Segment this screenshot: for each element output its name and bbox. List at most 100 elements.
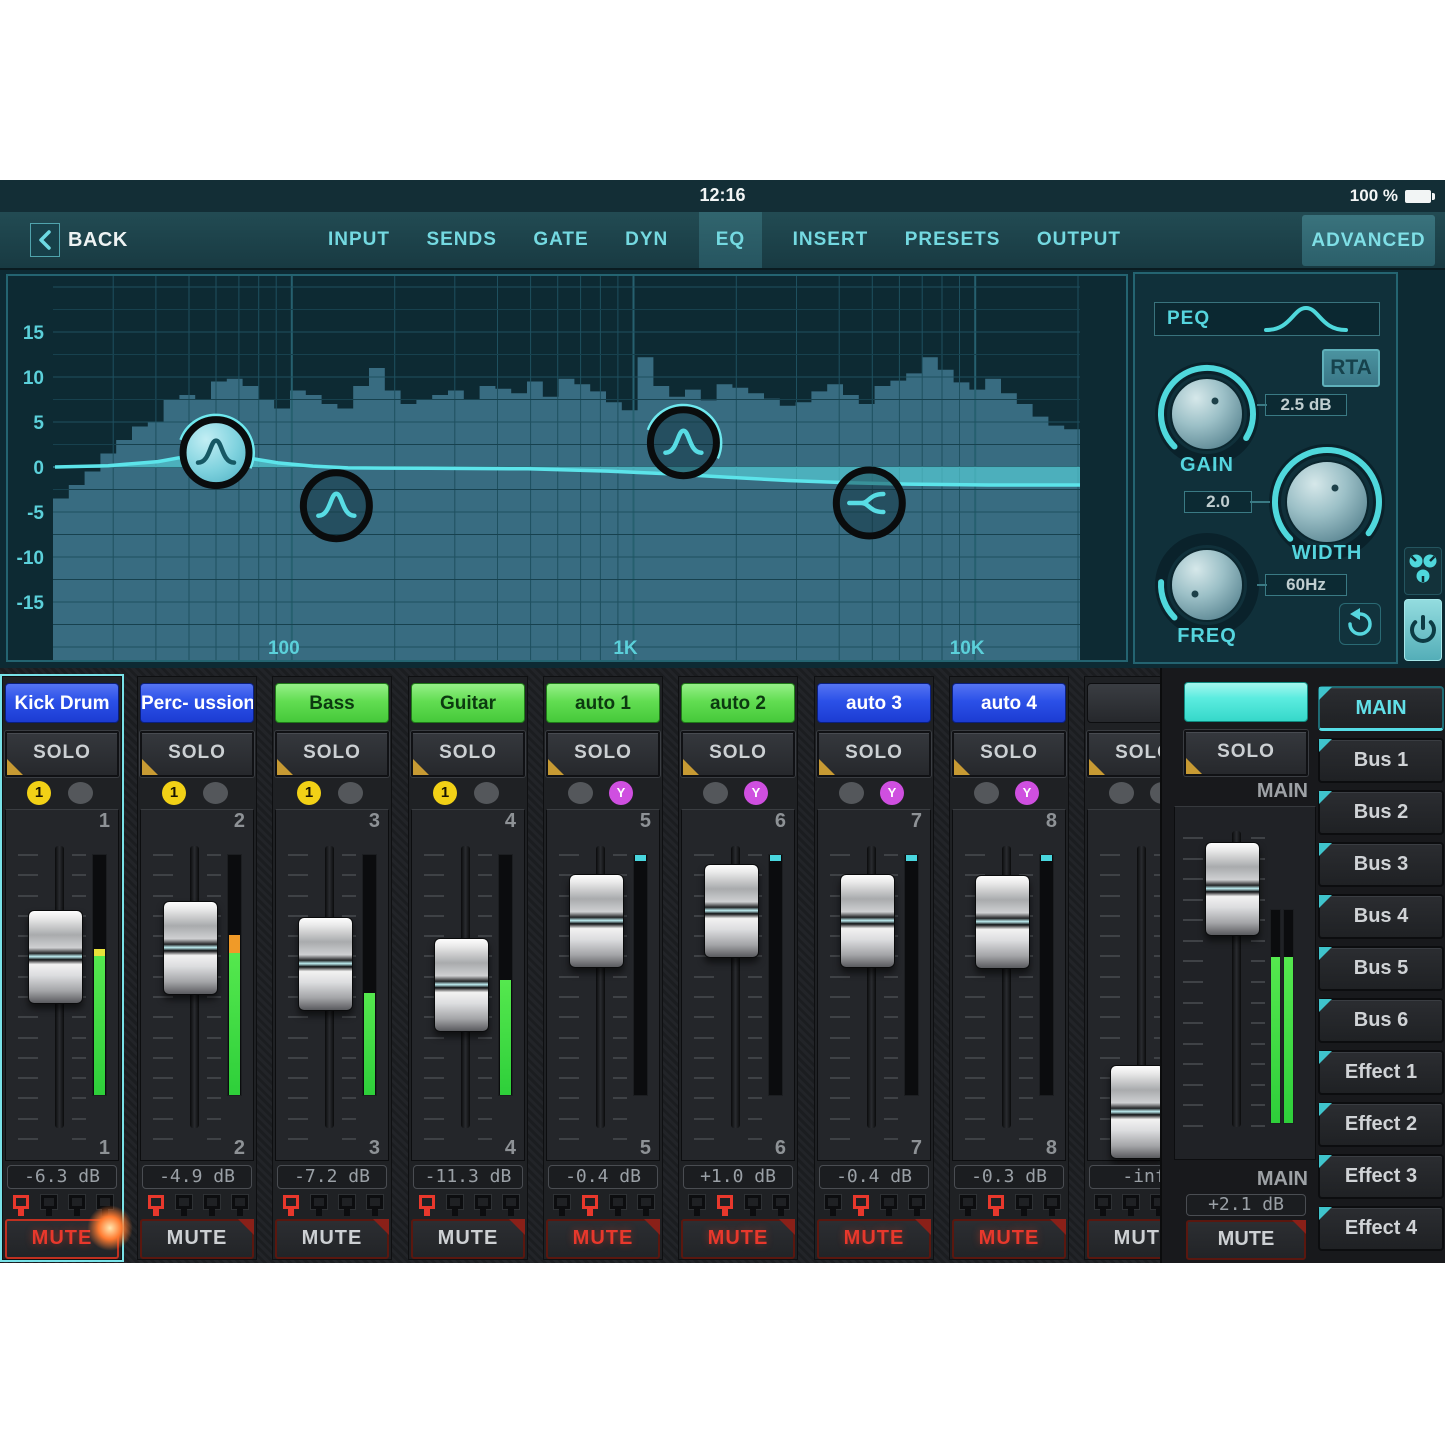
channel-name-label[interactable]: Perc- ussion [140, 683, 254, 723]
back-button[interactable]: BACK [30, 212, 128, 268]
mute-group-indicators [409, 1195, 527, 1219]
channel-name-label[interactable]: auto 3 [817, 683, 931, 723]
bus-select-effect-1[interactable]: Effect 1 [1318, 1050, 1444, 1095]
eq-band-handle-2[interactable] [303, 473, 369, 539]
channel-name-label[interactable]: Guitar [411, 683, 525, 723]
mute-label: MUTE [438, 1227, 499, 1249]
mute-button[interactable]: MUTE [275, 1219, 389, 1259]
fader-handle[interactable] [975, 875, 1030, 969]
fader-handle[interactable] [840, 874, 895, 968]
fader-panel: 1 1 [5, 809, 119, 1161]
mute-button[interactable]: MUTE [681, 1219, 795, 1259]
eq-power-button[interactable] [1404, 599, 1442, 661]
bus-select-effect-2[interactable]: Effect 2 [1318, 1102, 1444, 1147]
channel-view-button[interactable] [1404, 547, 1442, 595]
indicator-dot [974, 782, 999, 804]
main-fader-handle[interactable] [1205, 842, 1260, 936]
channel-name-label[interactable]: auto 4 [952, 683, 1066, 723]
mute-button[interactable]: MUTE [411, 1219, 525, 1259]
eq-band-handle-4[interactable] [836, 470, 902, 536]
reset-button[interactable] [1339, 603, 1381, 645]
fader-handle[interactable] [163, 901, 218, 995]
nav-tab-insert[interactable]: INSERT [787, 212, 875, 268]
svg-text:100: 100 [268, 638, 300, 659]
nav-tab-gate[interactable]: GATE [527, 212, 594, 268]
freq-knob[interactable] [1161, 539, 1253, 631]
eq-graph[interactable]: 151050-5-10-151001K10K [6, 274, 1128, 662]
indicator-dot [203, 782, 228, 804]
fader-db-value: -0.3 dB [954, 1165, 1064, 1189]
main-level-meter-right [1283, 909, 1294, 1124]
bus-select-bus-3[interactable]: Bus 3 [1318, 842, 1444, 887]
bus-select-bus-4[interactable]: Bus 4 [1318, 894, 1444, 939]
solo-button[interactable]: SOLO [817, 731, 931, 777]
solo-button[interactable]: SOLO [546, 731, 660, 777]
solo-button[interactable]: SOLO [275, 731, 389, 777]
channel-name-label[interactable]: Bass [275, 683, 389, 723]
mute-label: MUTE [302, 1227, 363, 1249]
dca-y-badge: Y [744, 781, 768, 805]
mute-button[interactable]: MUTE [546, 1219, 660, 1259]
level-meter [498, 854, 513, 1096]
solo-button[interactable]: SOLO [681, 731, 795, 777]
mute-group-indicator [1016, 1195, 1032, 1209]
mute-button[interactable]: MUTE [952, 1219, 1066, 1259]
nav-tab-presets[interactable]: PRESETS [899, 212, 1007, 268]
mute-group-1-badge: 1 [297, 781, 321, 805]
width-knob[interactable] [1275, 450, 1379, 554]
main-mute-button[interactable]: MUTE [1186, 1220, 1306, 1260]
bus-select-bus-2[interactable]: Bus 2 [1318, 790, 1444, 835]
bus-select-effect-4[interactable]: Effect 4 [1318, 1206, 1444, 1251]
mute-button[interactable]: MUTE [5, 1219, 119, 1259]
channel-name-label[interactable]: auto 2 [681, 683, 795, 723]
freq-label: FREQ [1147, 625, 1267, 648]
bus-corner [1319, 1155, 1332, 1168]
filter-type-select[interactable]: PEQ [1154, 302, 1380, 336]
bus-select-bus-6[interactable]: Bus 6 [1318, 998, 1444, 1043]
bus-corner [1319, 739, 1332, 752]
bus-select-main[interactable]: MAIN [1318, 686, 1444, 731]
fader-handle[interactable] [569, 874, 624, 968]
indicator-dot [568, 782, 593, 804]
main-channel-name-label[interactable] [1184, 682, 1308, 722]
fader-handle[interactable] [1110, 1065, 1165, 1159]
nav-tab-input[interactable]: INPUT [322, 212, 396, 268]
bus-select-bus-5[interactable]: Bus 5 [1318, 946, 1444, 991]
mute-group-indicators [544, 1195, 662, 1219]
solo-label: SOLO [574, 742, 632, 763]
nav-tab-dyn[interactable]: DYN [619, 212, 674, 268]
channel-indicators: 1 [138, 781, 256, 805]
solo-corner [954, 759, 970, 775]
fader-panel: 3 3 [275, 809, 389, 1161]
freq-connector-line [1257, 584, 1267, 586]
fader-handle[interactable] [28, 910, 83, 1004]
svg-text:-10: -10 [17, 548, 44, 569]
mute-button[interactable]: MUTE [140, 1219, 254, 1259]
channel-name-label[interactable]: auto 1 [546, 683, 660, 723]
rta-button[interactable]: RTA [1322, 349, 1380, 387]
mute-corner [644, 1219, 660, 1235]
bus-select-effect-3[interactable]: Effect 3 [1318, 1154, 1444, 1199]
mute-corner [103, 1219, 119, 1235]
fader-handle[interactable] [298, 917, 353, 1011]
gain-knob[interactable] [1161, 368, 1253, 460]
main-solo-button[interactable]: SOLO [1184, 730, 1308, 776]
solo-button[interactable]: SOLO [952, 731, 1066, 777]
bus-select-bus-1[interactable]: Bus 1 [1318, 738, 1444, 783]
solo-button[interactable]: SOLO [140, 731, 254, 777]
nav-tab-output[interactable]: OUTPUT [1031, 212, 1127, 268]
channel-indicators: Y [544, 781, 662, 805]
channel-name-label[interactable]: Kick Drum [5, 683, 119, 723]
mute-button[interactable]: MUTE [817, 1219, 931, 1259]
fader-handle[interactable] [434, 938, 489, 1032]
mute-group-indicators [138, 1195, 256, 1219]
solo-button[interactable]: SOLO [411, 731, 525, 777]
nav-tab-sends[interactable]: SENDS [420, 212, 502, 268]
solo-button[interactable]: SOLO [5, 731, 119, 777]
mute-corner [1050, 1219, 1066, 1235]
bus-corner [1319, 1207, 1332, 1220]
fader-handle[interactable] [704, 864, 759, 958]
mute-label: MUTE [573, 1227, 634, 1249]
advanced-button[interactable]: ADVANCED [1302, 215, 1435, 266]
nav-tab-eq[interactable]: EQ [699, 212, 762, 268]
